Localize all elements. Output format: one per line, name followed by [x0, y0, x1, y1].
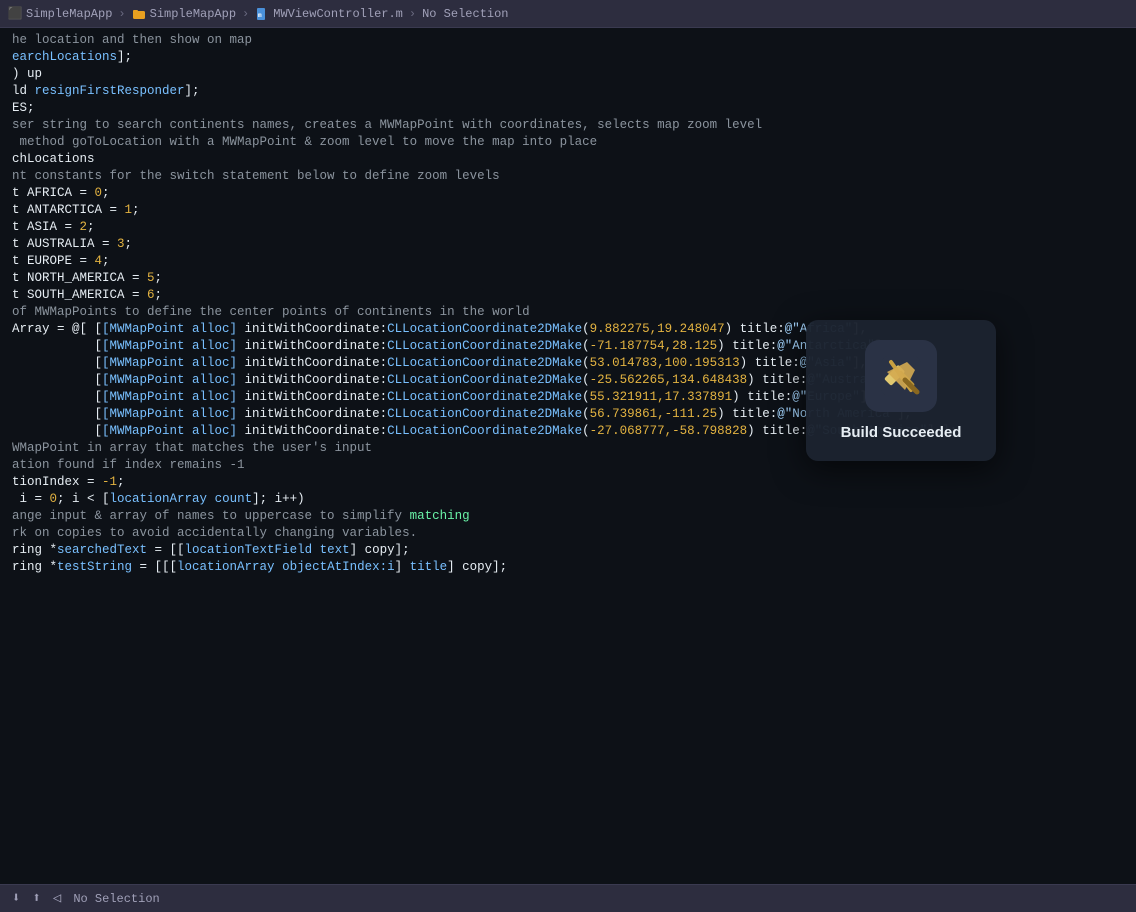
download-icon[interactable]: ⬇: [12, 890, 20, 907]
breadcrumb-file[interactable]: m MWViewController.m: [255, 7, 403, 21]
code-line: t ASIA = 2;: [0, 219, 1136, 236]
code-line: ser string to search continents names, c…: [0, 117, 1136, 134]
code-line: he location and then show on map: [0, 32, 1136, 49]
breadcrumb-folder[interactable]: SimpleMapApp: [132, 7, 236, 21]
code-line: ) up: [0, 66, 1136, 83]
code-line: ring *testString = [[[locationArray obje…: [0, 559, 1136, 576]
code-line: ange input & array of names to uppercase…: [0, 508, 1136, 525]
upload-icon[interactable]: ⬆: [32, 890, 40, 907]
code-line: of MWMapPoints to define the center poin…: [0, 304, 1136, 321]
build-icon-wrapper: [865, 340, 937, 412]
code-line: t AUSTRALIA = 3;: [0, 236, 1136, 253]
status-bar: ⬇ ⬆ ◁ No Selection: [0, 884, 1136, 912]
code-line: tionIndex = -1;: [0, 474, 1136, 491]
code-line: ES;: [0, 100, 1136, 117]
breadcrumb-sep-2: ›: [242, 7, 249, 21]
folder-icon: [132, 7, 146, 21]
code-line: method goToLocation with a MWMapPoint & …: [0, 134, 1136, 151]
code-line: chLocations: [0, 151, 1136, 168]
code-line: t NORTH_AMERICA = 5;: [0, 270, 1136, 287]
breadcrumb-sep-1: ›: [118, 7, 125, 21]
breadcrumb-bar: ⬛ SimpleMapApp › SimpleMapApp › m MWView…: [0, 0, 1136, 28]
build-success-label: Build Succeeded: [841, 424, 962, 441]
code-line: i = 0; i < [locationArray count]; i++): [0, 491, 1136, 508]
breadcrumb-selection: No Selection: [422, 7, 508, 21]
file-icon: m: [255, 7, 269, 21]
breadcrumb-sep-3: ›: [409, 7, 416, 21]
code-line: rk on copies to avoid accidentally chang…: [0, 525, 1136, 542]
selection-status: No Selection: [73, 892, 159, 906]
hammer-icon: [877, 352, 925, 400]
code-line: t SOUTH_AMERICA = 6;: [0, 287, 1136, 304]
code-line: ld resignFirstResponder];: [0, 83, 1136, 100]
app-icon: ⬛: [8, 7, 22, 21]
code-line: ring *searchedText = [[locationTextField…: [0, 542, 1136, 559]
svg-text:m: m: [258, 12, 262, 19]
code-line: t EUROPE = 4;: [0, 253, 1136, 270]
code-line: t ANTARCTICA = 1;: [0, 202, 1136, 219]
location-icon[interactable]: ◁: [53, 890, 61, 907]
code-line: t AFRICA = 0;: [0, 185, 1136, 202]
code-line: earchLocations];: [0, 49, 1136, 66]
build-notification: Build Succeeded: [806, 320, 996, 461]
code-line: nt constants for the switch statement be…: [0, 168, 1136, 185]
breadcrumb-app[interactable]: ⬛ SimpleMapApp: [8, 7, 112, 21]
